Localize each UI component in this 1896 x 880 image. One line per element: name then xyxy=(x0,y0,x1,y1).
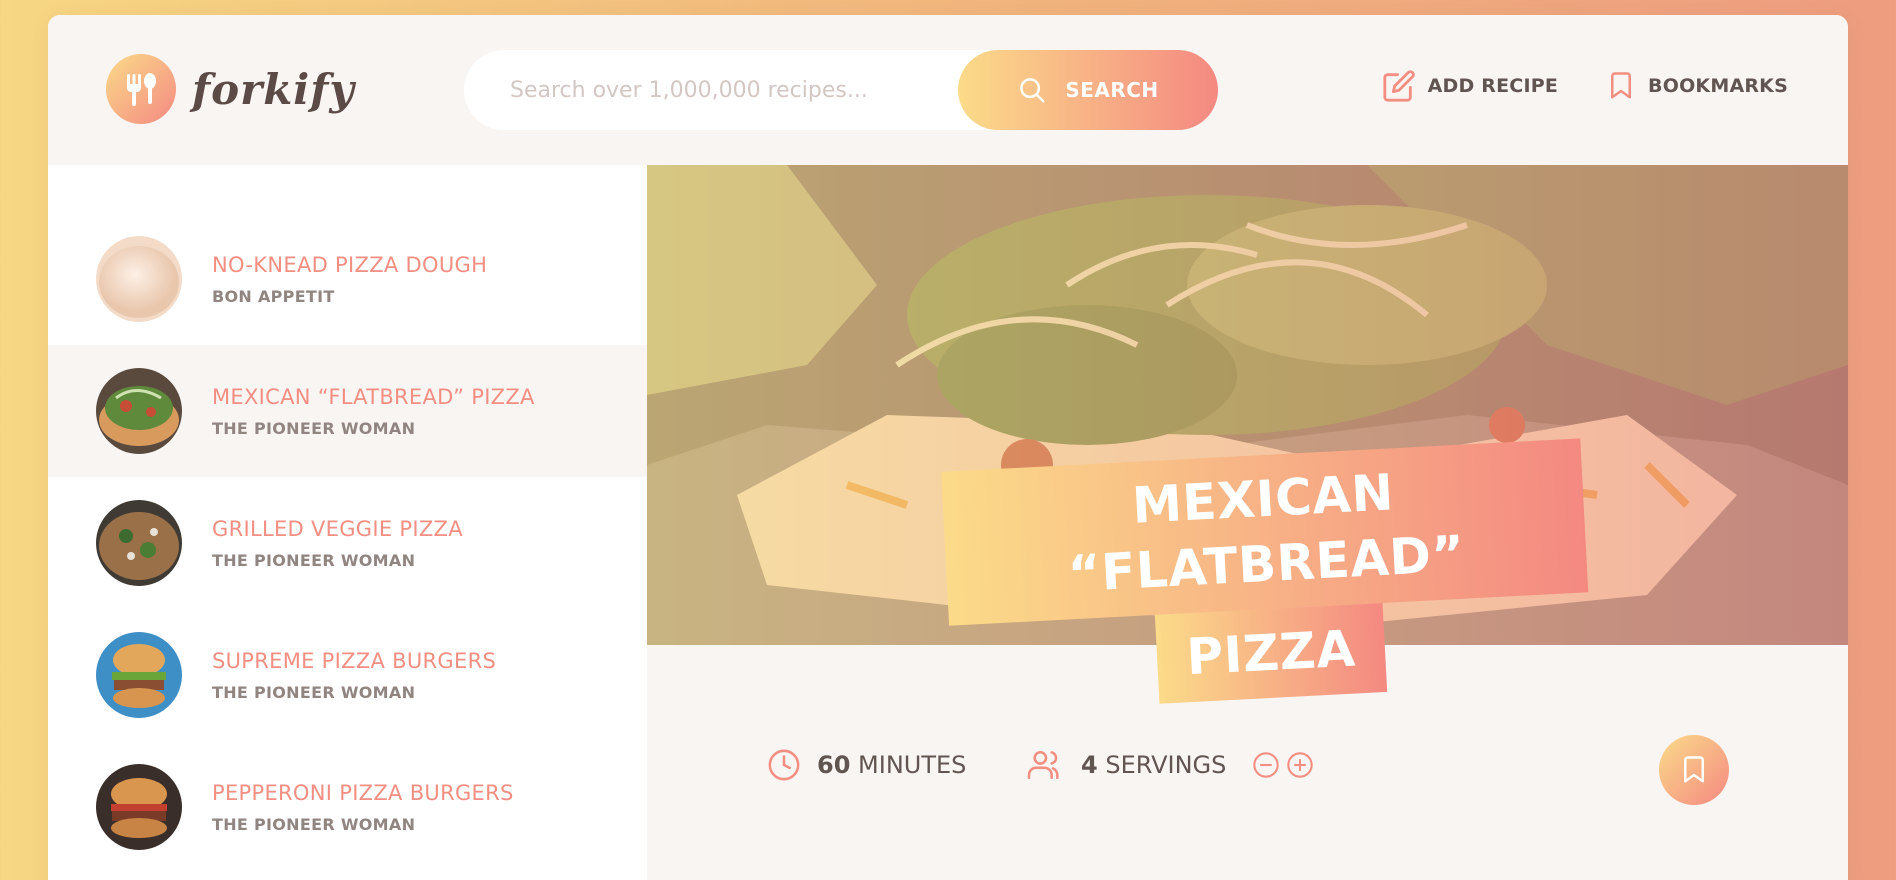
result-publisher: THE PIONEER WOMAN xyxy=(212,682,416,702)
users-icon xyxy=(1027,750,1059,780)
recipe-thumbnail xyxy=(96,632,182,718)
search-form: SEARCH xyxy=(464,50,1218,130)
search-results-list: NO-KNEAD PIZZA DOUGH BON APPETIT MEXICAN… xyxy=(48,165,647,880)
fork-spoon-logo-icon xyxy=(106,54,176,124)
increase-servings-button[interactable] xyxy=(1286,751,1314,779)
edit-icon xyxy=(1383,70,1415,102)
result-title: PEPPERONI PIZZA BURGERS xyxy=(212,780,514,805)
servings-value: 4 xyxy=(1081,751,1098,779)
search-button-label: SEARCH xyxy=(1065,78,1159,102)
recipe-thumbnail xyxy=(96,764,182,850)
recipe-title: MEXICAN “FLATBREAD” PIZZA xyxy=(941,438,1593,714)
plus-circle-icon xyxy=(1287,752,1314,778)
bookmark-recipe-button[interactable] xyxy=(1659,735,1729,805)
recipe-view: MEXICAN “FLATBREAD” PIZZA 60 MINUTES 4 S… xyxy=(647,165,1848,880)
bookmark-icon xyxy=(1684,756,1704,783)
result-title: SUPREME PIZZA BURGERS xyxy=(212,648,497,673)
decrease-servings-button[interactable] xyxy=(1252,751,1280,779)
bookmarks-button[interactable]: BOOKMARKS xyxy=(1606,70,1788,102)
recipe-thumbnail xyxy=(96,500,182,586)
servings-unit: SERVINGS xyxy=(1105,751,1227,779)
result-publisher: THE PIONEER WOMAN xyxy=(212,418,416,438)
result-title: GRILLED VEGGIE PIZZA xyxy=(212,516,463,541)
recipe-title-line1: MEXICAN “FLATBREAD” xyxy=(941,438,1589,626)
search-button[interactable]: SEARCH xyxy=(958,50,1218,130)
result-publisher: THE PIONEER WOMAN xyxy=(212,550,416,570)
recipe-thumbnail xyxy=(96,236,182,322)
result-item-active[interactable]: MEXICAN “FLATBREAD” PIZZA THE PIONEER WO… xyxy=(48,345,647,477)
top-nav: ADD RECIPE BOOKMARKS xyxy=(1382,69,1788,103)
result-item[interactable]: SUPREME PIZZA BURGERS THE PIONEER WOMAN xyxy=(48,609,647,741)
result-publisher: THE PIONEER WOMAN xyxy=(212,814,416,834)
result-item[interactable]: PEPPERONI PIZZA BURGERS THE PIONEER WOMA… xyxy=(48,741,647,873)
logo[interactable]: forkify xyxy=(106,54,355,124)
result-item[interactable]: GRILLED VEGGIE PIZZA THE PIONEER WOMAN xyxy=(48,477,647,609)
servings: 4 SERVINGS xyxy=(1027,748,1314,782)
search-icon xyxy=(1020,78,1045,103)
result-title: MEXICAN “FLATBREAD” PIZZA xyxy=(212,384,535,409)
add-recipe-button[interactable]: ADD RECIPE xyxy=(1382,69,1558,103)
recipe-title-line2: PIZZA xyxy=(1154,602,1388,704)
cooking-time: 60 MINUTES xyxy=(767,748,966,782)
header: forkify SEARCH ADD RECIPE xyxy=(48,15,1848,165)
logo-text: forkify xyxy=(192,64,355,114)
bookmarks-label: BOOKMARKS xyxy=(1648,75,1788,97)
cooking-time-value: 60 xyxy=(817,751,851,779)
result-item[interactable]: NO-KNEAD PIZZA DOUGH BON APPETIT xyxy=(48,213,647,345)
cooking-time-unit: MINUTES xyxy=(858,751,967,779)
result-publisher: BON APPETIT xyxy=(212,286,335,306)
recipe-thumbnail xyxy=(96,368,182,454)
clock-icon xyxy=(768,749,800,781)
result-title: NO-KNEAD PIZZA DOUGH xyxy=(212,252,488,277)
app-container: forkify SEARCH ADD RECIPE xyxy=(48,15,1848,880)
add-recipe-label: ADD RECIPE xyxy=(1427,75,1559,97)
minus-circle-icon xyxy=(1253,752,1280,778)
search-input[interactable] xyxy=(464,50,964,130)
bookmark-icon xyxy=(1611,72,1632,99)
